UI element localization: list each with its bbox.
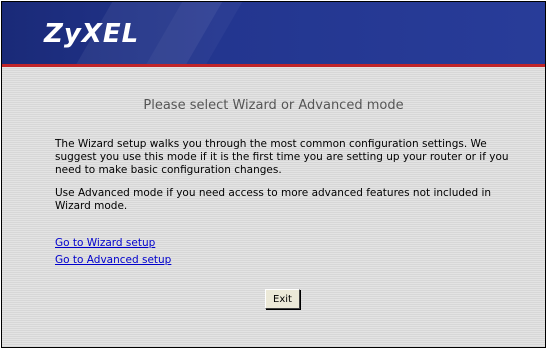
advanced-setup-link[interactable]: Go to Advanced setup — [55, 254, 171, 266]
main-panel: Please select Wizard or Advanced mode Th… — [2, 67, 545, 347]
wizard-setup-link[interactable]: Go to Wizard setup — [55, 237, 155, 249]
advanced-description: Use Advanced mode if you need access to … — [55, 187, 492, 212]
wizard-description: The Wizard setup walks you through the m… — [55, 138, 509, 176]
page-title: Please select Wizard or Advanced mode — [143, 98, 404, 113]
exit-button[interactable]: Exit — [265, 289, 300, 309]
page-frame: ZyXEL Please select Wizard or Advanced m… — [1, 1, 546, 348]
header-banner: ZyXEL — [2, 2, 545, 64]
zyxel-logo: ZyXEL — [44, 19, 140, 49]
